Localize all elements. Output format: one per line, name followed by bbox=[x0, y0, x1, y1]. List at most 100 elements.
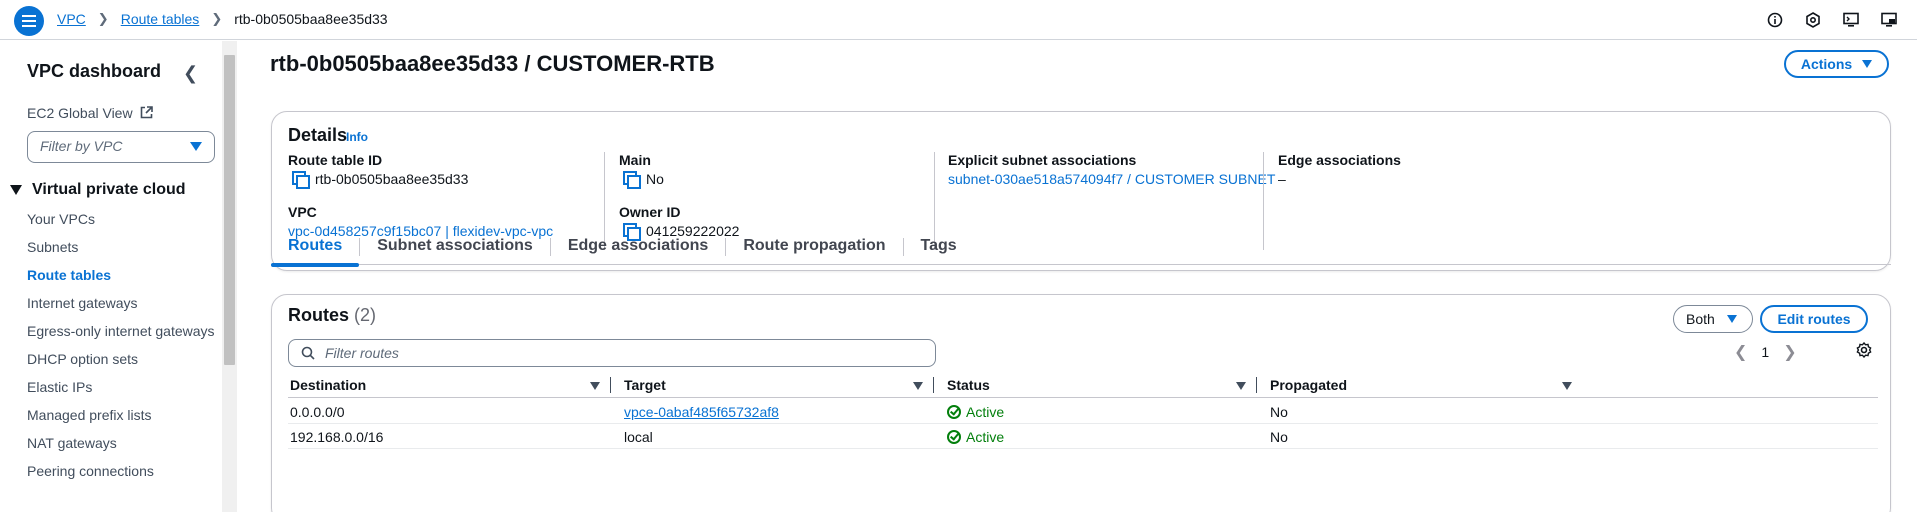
sidebar-items: Your VPCs Subnets Route tables Internet … bbox=[27, 210, 217, 490]
chevron-right-icon: ❯ bbox=[211, 11, 223, 26]
sidebar-item-nat-gateways[interactable]: NAT gateways bbox=[27, 434, 217, 453]
filter-routes-placeholder: Filter routes bbox=[325, 345, 399, 361]
sidebar-section-label: Virtual private cloud bbox=[32, 181, 186, 198]
top-icons bbox=[1765, 10, 1899, 30]
route-target-link[interactable]: vpce-0abaf485f65732af8 bbox=[624, 404, 779, 420]
main-label: Main bbox=[619, 152, 651, 168]
route-target: local bbox=[624, 429, 653, 445]
actions-button[interactable]: Actions bbox=[1784, 50, 1889, 78]
gear-icon[interactable] bbox=[1856, 342, 1872, 358]
external-link-icon bbox=[141, 106, 154, 119]
routes-panel: Routes (2) Both Edit routes Filter route… bbox=[271, 294, 1891, 512]
vpc-filter-select[interactable]: Filter by VPC bbox=[27, 131, 215, 163]
edge-associations-value: – bbox=[1278, 171, 1286, 187]
tab-edge-associations[interactable]: Edge associations bbox=[551, 237, 726, 263]
sidebar-section-virtual-private-cloud[interactable]: Virtual private cloud bbox=[10, 181, 186, 199]
details-column-3: Explicit subnet associations subnet-030a… bbox=[948, 152, 1275, 187]
sort-caret-icon[interactable] bbox=[590, 382, 600, 390]
table-row: 0.0.0.0/0 vpce-0abaf485f65732af8 Active … bbox=[288, 399, 1878, 424]
column-divider[interactable] bbox=[933, 377, 934, 393]
main-value: No bbox=[646, 171, 664, 187]
breadcrumb: VPC ❯ Route tables ❯ rtb-0b0505baa8ee35d… bbox=[57, 11, 388, 27]
copy-icon[interactable] bbox=[623, 171, 641, 189]
column-divider[interactable] bbox=[1256, 377, 1257, 393]
security-icon[interactable] bbox=[1803, 10, 1823, 30]
sidebar-item-ec2-global-view[interactable]: EC2 Global View bbox=[27, 105, 154, 121]
sidebar-item-elastic-ips[interactable]: Elastic IPs bbox=[27, 378, 217, 397]
column-divider bbox=[934, 152, 935, 250]
routes-table-header: Destination Target Status Propagated bbox=[288, 374, 1878, 398]
sidebar-item-label: EC2 Global View bbox=[27, 105, 133, 121]
sidebar-item-peering-connections[interactable]: Peering connections bbox=[27, 462, 217, 481]
sidebar-item-internet-gateways[interactable]: Internet gateways bbox=[27, 294, 217, 313]
column-header-target[interactable]: Target bbox=[624, 377, 666, 393]
sidebar-scrollbar[interactable] bbox=[222, 41, 237, 512]
sidebar-item-managed-prefix-lists[interactable]: Managed prefix lists bbox=[27, 406, 217, 425]
edit-routes-button[interactable]: Edit routes bbox=[1760, 305, 1868, 333]
caret-down-icon bbox=[1726, 315, 1737, 323]
sort-caret-icon[interactable] bbox=[1236, 382, 1246, 390]
success-check-icon bbox=[947, 430, 961, 444]
copy-icon[interactable] bbox=[292, 171, 310, 189]
owner-id-label: Owner ID bbox=[619, 204, 681, 220]
sidebar-scrollbar-thumb[interactable] bbox=[224, 55, 235, 365]
route-type-select[interactable]: Both bbox=[1673, 305, 1753, 333]
column-header-propagated[interactable]: Propagated bbox=[1270, 377, 1347, 393]
route-destination: 192.168.0.0/16 bbox=[290, 429, 384, 445]
route-status: Active bbox=[947, 429, 1004, 445]
sidebar: VPC dashboard ❮ EC2 Global View Filter b… bbox=[0, 41, 225, 512]
explicit-subnet-associations-label: Explicit subnet associations bbox=[948, 152, 1137, 168]
column-divider[interactable] bbox=[610, 377, 611, 393]
sidebar-item-route-tables[interactable]: Route tables bbox=[27, 266, 217, 285]
column-header-status[interactable]: Status bbox=[947, 377, 990, 393]
monitor-icon[interactable] bbox=[1879, 10, 1899, 30]
sort-caret-icon[interactable] bbox=[1562, 382, 1572, 390]
pagination: ❮ 1 ❯ bbox=[1734, 342, 1797, 362]
tab-subnet-associations[interactable]: Subnet associations bbox=[360, 237, 550, 263]
page-title: rtb-0b0505baa8ee35d33 / CUSTOMER-RTB bbox=[270, 51, 715, 76]
chevron-left-icon[interactable]: ❮ bbox=[1734, 342, 1747, 362]
column-divider bbox=[1263, 152, 1264, 250]
column-header-destination[interactable]: Destination bbox=[290, 377, 366, 393]
sort-caret-icon[interactable] bbox=[913, 382, 923, 390]
actions-label: Actions bbox=[1800, 56, 1853, 72]
tab-tags[interactable]: Tags bbox=[904, 237, 974, 263]
info-icon[interactable] bbox=[1765, 10, 1785, 30]
page-number[interactable]: 1 bbox=[1761, 344, 1769, 360]
details-column-2: Main No Owner ID 041259222022 bbox=[619, 152, 739, 241]
caret-down-icon bbox=[10, 185, 22, 195]
sidebar-title[interactable]: VPC dashboard bbox=[27, 61, 161, 82]
tab-bar: Routes Subnet associations Edge associat… bbox=[271, 237, 1891, 267]
breadcrumb-vpc[interactable]: VPC bbox=[57, 11, 86, 27]
breadcrumb-route-tables[interactable]: Route tables bbox=[121, 11, 200, 27]
cloudshell-icon[interactable] bbox=[1841, 10, 1861, 30]
route-type-value: Both bbox=[1686, 311, 1715, 327]
search-icon bbox=[301, 346, 315, 360]
sidebar-item-egress-only-internet-gateways[interactable]: Egress-only internet gateways bbox=[27, 322, 217, 341]
column-divider bbox=[604, 152, 605, 250]
top-navigation-bar: VPC ❯ Route tables ❯ rtb-0b0505baa8ee35d… bbox=[0, 0, 1917, 40]
hamburger-icon bbox=[22, 15, 36, 27]
route-propagated: No bbox=[1270, 429, 1288, 445]
edge-associations-label: Edge associations bbox=[1278, 152, 1401, 168]
routes-heading: Routes (2) bbox=[288, 305, 376, 326]
tab-route-propagation[interactable]: Route propagation bbox=[726, 237, 902, 263]
chevron-right-icon[interactable]: ❯ bbox=[1783, 342, 1796, 362]
info-link[interactable]: Info bbox=[346, 130, 368, 144]
routes-count: (2) bbox=[354, 305, 377, 325]
sidebar-item-dhcp-option-sets[interactable]: DHCP option sets bbox=[27, 350, 217, 369]
route-propagated: No bbox=[1270, 404, 1288, 420]
route-status: Active bbox=[947, 404, 1004, 420]
chevron-left-icon[interactable]: ❮ bbox=[183, 63, 198, 84]
route-destination: 0.0.0.0/0 bbox=[290, 404, 345, 420]
sidebar-item-your-vpcs[interactable]: Your VPCs bbox=[27, 210, 217, 229]
success-check-icon bbox=[947, 405, 961, 419]
tab-routes[interactable]: Routes bbox=[271, 237, 360, 267]
sidebar-item-subnets[interactable]: Subnets bbox=[27, 238, 217, 257]
menu-button[interactable] bbox=[14, 6, 44, 36]
route-status-text: Active bbox=[966, 404, 1005, 420]
vpc-label: VPC bbox=[288, 204, 317, 220]
explicit-subnet-association-link[interactable]: subnet-030ae518a574094f7 / CUSTOMER SUBN… bbox=[948, 171, 1275, 187]
route-status-text: Active bbox=[966, 429, 1005, 445]
filter-routes-input[interactable]: Filter routes bbox=[288, 339, 936, 367]
